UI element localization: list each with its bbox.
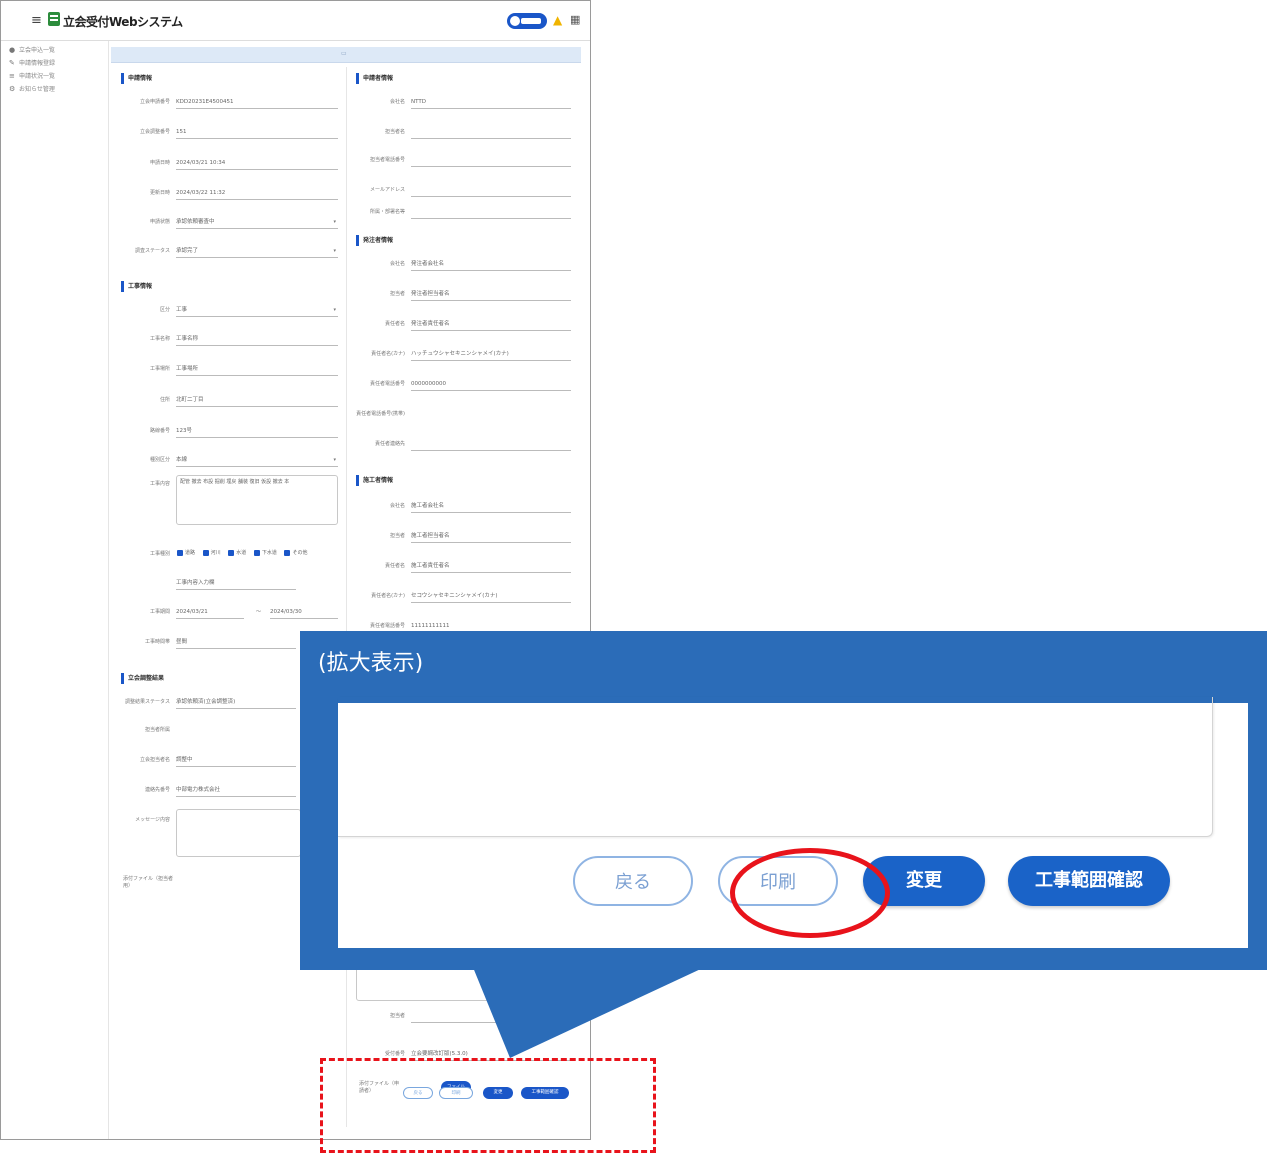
chevron-down-icon: ▾ [333, 307, 336, 313]
callout-title: (拡大表示) [318, 651, 424, 676]
field-value[interactable]: 151 [176, 125, 338, 139]
checkbox[interactable] [228, 549, 235, 556]
field-value[interactable]: 2024/03/22 11:32 [176, 186, 338, 200]
field-value[interactable]: 2024/03/21 10:34 [176, 156, 338, 170]
field-value[interactable] [411, 125, 571, 139]
zoom-panel: 戻る 印刷 変更 工事範囲確認 [338, 697, 1248, 948]
person-icon: ● [9, 46, 16, 54]
status-select[interactable]: 承認依頼審査中 ▾ [176, 215, 338, 229]
field-value[interactable]: 施工者責任者名 [411, 559, 571, 573]
highlight-frame [320, 1058, 656, 1153]
message-textarea[interactable] [176, 809, 301, 857]
field-value[interactable]: 施工者担当者名 [411, 529, 571, 543]
field-value[interactable]: 工事名称 [176, 332, 338, 346]
bell-icon[interactable]: ▲ [553, 13, 562, 27]
app-title: 立会受付Webシステム [63, 15, 183, 29]
field-value[interactable] [411, 183, 571, 197]
range-check-button[interactable]: 工事範囲確認 [1008, 856, 1170, 906]
checkbox[interactable] [253, 549, 260, 556]
period-to-input[interactable]: 2024/03/30 [270, 605, 338, 619]
field-value[interactable]: ハッチュウシャセキニンシャメイ(カナ) [411, 347, 571, 361]
checkbox[interactable] [284, 549, 291, 556]
sidebar-item-4[interactable]: ⚙ お知らせ管理 [9, 84, 55, 93]
field-value[interactable] [411, 1009, 571, 1023]
field-value[interactable] [411, 153, 571, 167]
field-value[interactable] [411, 205, 571, 219]
field-value[interactable]: 施工者会社名 [411, 499, 571, 513]
hamburger-menu-icon[interactable]: ≡ [31, 13, 42, 28]
type-select[interactable]: 本線 ▾ [176, 453, 338, 467]
section-contractor: 施工者情報 [356, 475, 393, 486]
section-orderer: 発注者情報 [356, 235, 393, 246]
field-value[interactable]: 調整中 [176, 753, 296, 767]
field-value[interactable]: 0000000000 [411, 377, 571, 391]
zoom-callout: (拡大表示) 戻る 印刷 変更 工事範囲確認 [300, 631, 1267, 970]
field-value[interactable]: 発注者責任者名 [411, 317, 571, 331]
field-value[interactable]: セコウシャセキニンシャメイ(カナ) [411, 589, 571, 603]
field-value[interactable]: 北町二丁目 [176, 393, 338, 407]
print-highlight-ellipse [730, 848, 890, 938]
field-value[interactable]: 承認依頼済(立会調整済) [176, 695, 296, 709]
field-value[interactable]: NTTD [411, 95, 571, 109]
top-bar: ≡ 立会受付Webシステム ▲ ▦ [1, 1, 590, 41]
attachment-row: 添付ファイル（担当者用） [123, 876, 174, 889]
checkbox[interactable] [202, 549, 209, 556]
grid-menu-icon[interactable]: ▦ [570, 13, 580, 26]
zoom-textarea[interactable] [338, 697, 1213, 837]
content-header-strip: ▭ [111, 47, 581, 63]
sidebar-item-1[interactable]: ● 立会申込一覧 [9, 45, 55, 54]
field-value[interactable] [411, 437, 571, 451]
user-toggle[interactable] [507, 13, 547, 29]
edit-icon: ✎ [9, 59, 15, 67]
sidebar-item-3[interactable]: ≡ 申請状況一覧 [9, 71, 55, 80]
category-select[interactable]: 工事 ▾ [176, 303, 338, 317]
list-icon: ≡ [9, 72, 15, 80]
side-navigation: ● 立会申込一覧 ✎ 申請情報登録 ≡ 申請状況一覧 ⚙ お知らせ管理 [1, 41, 109, 1139]
chevron-down-icon: ▾ [333, 248, 336, 254]
field-value[interactable]: 工事場所 [176, 362, 338, 376]
section-construction: 工事情報 [121, 281, 152, 292]
field-value[interactable]: KDD20231E4500451 [176, 95, 338, 109]
field-value[interactable]: 発注者会社名 [411, 257, 571, 271]
section-applicant: 申請者情報 [356, 73, 393, 84]
field-value[interactable]: 発注者担当者名 [411, 287, 571, 301]
section-application: 申請情報 [121, 73, 152, 84]
field-value[interactable]: 123号 [176, 424, 338, 438]
work-note-input[interactable]: 工事内容入力欄 [176, 576, 296, 590]
work-type-checkboxes: 道路 河川 水道 下水道 その他 [171, 549, 307, 556]
survey-status-select[interactable]: 承認完了 ▾ [176, 244, 338, 258]
work-content-textarea[interactable]: 配管 撤去 布設 掘削 埋戻 舗装 復旧 仮設 撤去 本 [176, 475, 338, 525]
field-value[interactable]: 中部電力株式会社 [176, 783, 296, 797]
time-select[interactable]: 昼間 [176, 635, 296, 649]
period-from-input[interactable]: 2024/03/21 [176, 605, 244, 619]
chevron-down-icon: ▾ [333, 219, 336, 225]
sidebar-item-2[interactable]: ✎ 申請情報登録 [9, 58, 55, 67]
section-witness: 立会調整結果 [121, 673, 164, 684]
settings-icon: ⚙ [9, 85, 16, 93]
back-button[interactable]: 戻る [573, 856, 693, 906]
chevron-down-icon: ▾ [333, 457, 336, 463]
app-logo-icon [48, 12, 60, 26]
checkbox[interactable] [177, 549, 183, 556]
user-icon [510, 16, 520, 26]
